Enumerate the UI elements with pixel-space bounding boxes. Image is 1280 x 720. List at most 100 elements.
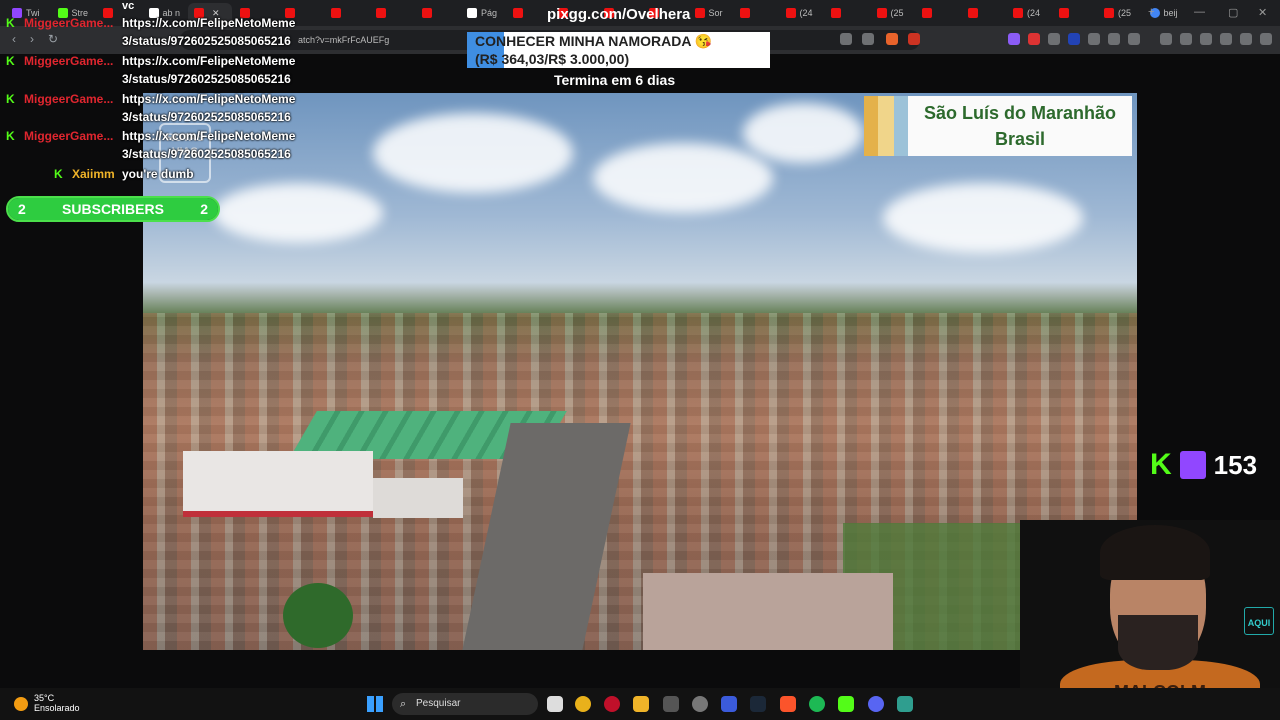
brave-icon[interactable] bbox=[780, 696, 796, 712]
tab-label: (25 bbox=[1118, 8, 1132, 18]
browser-tab[interactable] bbox=[370, 3, 414, 23]
white-building bbox=[183, 451, 373, 517]
temperature: 35°C bbox=[34, 693, 55, 703]
windows-taskbar: 35°C Ensolarado ⌕ Pesquisar bbox=[0, 688, 1280, 720]
cloud-shape bbox=[373, 113, 573, 193]
tab-favicon-icon bbox=[376, 8, 386, 18]
extension-icon[interactable] bbox=[1128, 33, 1140, 45]
browser-tab[interactable] bbox=[1053, 3, 1097, 23]
video-player[interactable]: ROTAS VIAS São Luís do Maranhão Brasil bbox=[143, 93, 1137, 650]
cloud-shape bbox=[213, 183, 383, 243]
browser-tab[interactable]: (25 bbox=[1098, 3, 1142, 23]
brave-shield-icon[interactable] bbox=[886, 33, 898, 45]
address-text: atch?v=mkFrFcAUEFg bbox=[298, 35, 390, 45]
tab-favicon-icon bbox=[922, 8, 932, 18]
tab-favicon-icon bbox=[694, 8, 705, 18]
chat-fragment: vc bbox=[122, 0, 135, 12]
banner-flag-stripes bbox=[864, 96, 908, 156]
chat-text: 3/status/972602525085065216 bbox=[122, 72, 291, 86]
browser-tab[interactable]: Sor bbox=[689, 3, 733, 23]
streamer-beard bbox=[1118, 615, 1198, 670]
discord-icon[interactable] bbox=[868, 696, 884, 712]
vpn-icon[interactable] bbox=[1240, 33, 1252, 45]
minimize-icon[interactable]: — bbox=[1194, 6, 1205, 18]
reload-icon[interactable]: ↻ bbox=[48, 32, 58, 46]
browser-tab[interactable] bbox=[507, 3, 551, 23]
extension-icon[interactable] bbox=[1028, 33, 1040, 45]
menu-icon[interactable] bbox=[1260, 33, 1272, 45]
extension-icon[interactable] bbox=[1068, 33, 1080, 45]
donation-goal: CONHECER MINHA NAMORADA 😘 (R$ 364,03/R$ … bbox=[467, 32, 770, 68]
browser-tab[interactable] bbox=[916, 3, 960, 23]
leo-ai-icon[interactable] bbox=[1220, 33, 1232, 45]
steam-icon[interactable] bbox=[750, 696, 766, 712]
app-icon[interactable] bbox=[721, 696, 737, 712]
location-banner: São Luís do Maranhão Brasil bbox=[864, 96, 1132, 156]
chat-message: K MiggeerGame... bbox=[6, 129, 113, 143]
chat-username: MiggeerGame... bbox=[24, 129, 114, 143]
file-explorer-icon[interactable] bbox=[633, 696, 649, 712]
task-view-icon[interactable] bbox=[547, 696, 563, 712]
chrome-icon[interactable] bbox=[575, 696, 591, 712]
kick-badge-icon: K bbox=[6, 54, 15, 68]
weather-condition: Ensolarado bbox=[34, 703, 80, 713]
close-window-icon[interactable]: ✕ bbox=[1258, 6, 1267, 19]
extension-icon[interactable] bbox=[1008, 33, 1020, 45]
goal-amount: (R$ 364,03/R$ 3.000,00) bbox=[475, 51, 630, 67]
browser-tab[interactable] bbox=[825, 3, 869, 23]
cloud-shape bbox=[743, 103, 863, 163]
windows-start-icon[interactable] bbox=[367, 696, 383, 712]
chat-text: https://x.com/FelipeNetoMeme bbox=[122, 92, 296, 106]
back-icon[interactable]: ‹ bbox=[12, 32, 16, 46]
tab-favicon-icon bbox=[831, 8, 841, 18]
opera-icon[interactable] bbox=[604, 696, 620, 712]
share-icon[interactable] bbox=[862, 33, 874, 45]
new-tab-icon[interactable]: + bbox=[1148, 6, 1154, 18]
browser-tab[interactable]: Pág bbox=[461, 3, 505, 23]
wallet-icon[interactable] bbox=[1200, 33, 1212, 45]
browser-tab[interactable] bbox=[734, 3, 778, 23]
extension-icon[interactable] bbox=[1088, 33, 1100, 45]
weather-widget[interactable]: 35°C Ensolarado bbox=[14, 693, 80, 713]
aqui-badge: AQUI bbox=[1244, 607, 1274, 635]
media-icon[interactable] bbox=[1160, 33, 1172, 45]
browser-tab[interactable]: (24 bbox=[1007, 3, 1051, 23]
forward-icon[interactable]: › bbox=[30, 32, 34, 46]
tab-label: (25 bbox=[890, 8, 904, 18]
tab-favicon-icon bbox=[330, 8, 341, 18]
chat-text: you're dumb bbox=[122, 167, 194, 181]
subscribers-bar: 2 SUBSCRIBERS 2 bbox=[6, 196, 220, 222]
browser-tab[interactable] bbox=[962, 3, 1006, 23]
extensions-puzzle-icon[interactable] bbox=[1108, 33, 1120, 45]
tab-label: (24 bbox=[1027, 8, 1041, 18]
browser-tab[interactable] bbox=[416, 3, 460, 23]
app-icon[interactable] bbox=[663, 696, 679, 712]
tab-favicon-icon bbox=[1104, 8, 1114, 18]
browser-tab[interactable]: (25 bbox=[871, 3, 915, 23]
obs-icon[interactable] bbox=[692, 696, 708, 712]
cast-icon[interactable] bbox=[840, 33, 852, 45]
chat-message: K MiggeerGame... bbox=[6, 16, 113, 30]
extension-icon[interactable] bbox=[1048, 33, 1060, 45]
chat-username: MiggeerGame... bbox=[24, 16, 114, 30]
tab-label: Pág bbox=[481, 8, 498, 18]
tab-label: Sor bbox=[708, 8, 723, 18]
chat-username: MiggeerGame... bbox=[24, 54, 114, 68]
browser-tab[interactable]: (24 bbox=[780, 3, 824, 23]
notepad-icon[interactable] bbox=[897, 696, 913, 712]
subscribers-left-count: 2 bbox=[18, 201, 26, 217]
chat-text: 3/status/972602525085065216 bbox=[122, 34, 291, 48]
maximize-icon[interactable]: ▢ bbox=[1228, 6, 1238, 19]
spotify-icon[interactable] bbox=[809, 696, 825, 712]
chat-text: https://x.com/FelipeNetoMeme bbox=[122, 129, 296, 143]
browser-tab[interactable] bbox=[325, 3, 369, 23]
tree bbox=[283, 583, 353, 648]
brave-rewards-icon[interactable] bbox=[908, 33, 920, 45]
chat-message: K MiggeerGame... bbox=[6, 92, 113, 106]
kick-icon[interactable] bbox=[838, 696, 854, 712]
search-placeholder: Pesquisar bbox=[416, 698, 461, 709]
sidebar-icon[interactable] bbox=[1180, 33, 1192, 45]
taskbar-search[interactable]: ⌕ Pesquisar bbox=[392, 693, 538, 715]
kick-badge-icon: K bbox=[6, 16, 15, 30]
chat-text: https://x.com/FelipeNetoMeme bbox=[122, 16, 296, 30]
